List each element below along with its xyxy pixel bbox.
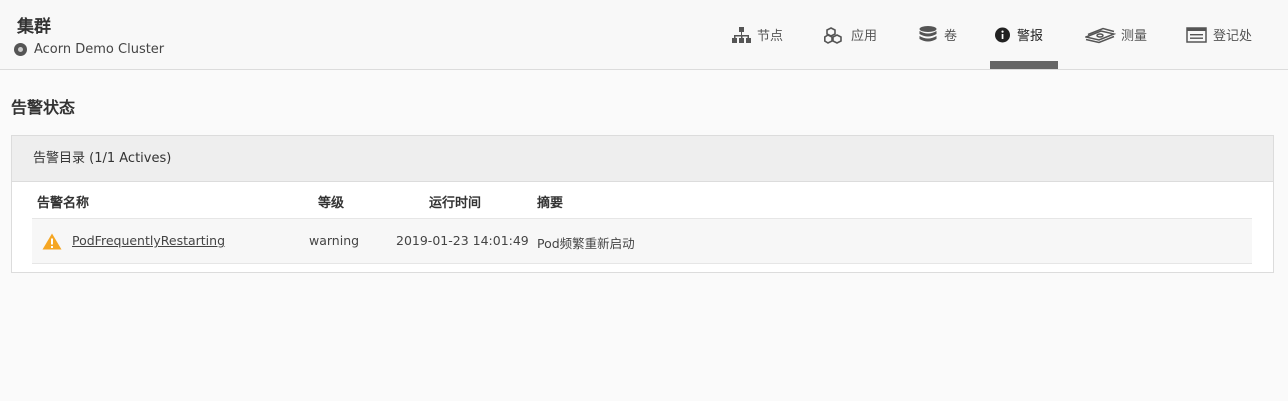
tab-alerts-label: 警报 [1017, 29, 1044, 44]
alert-summary: Pod频繁重新启动 [537, 236, 635, 251]
cubes-icon [824, 26, 842, 44]
tab-alerts[interactable]: 警报 [994, 0, 1043, 69]
sitemap-icon [732, 26, 751, 43]
top-header: 集群 Acorn Demo Cluster 节点 应用 卷 警报 测量 登记处 [0, 0, 1288, 70]
tab-volumes[interactable]: 卷 [918, 0, 957, 69]
tab-apps[interactable]: 应用 [824, 0, 877, 69]
tab-registry-label: 登记处 [1213, 29, 1253, 44]
alert-time: 2019-01-23 14:01:49 [396, 233, 529, 248]
money-stack-icon [1085, 27, 1116, 43]
tab-metrics-label: 测量 [1121, 29, 1148, 44]
column-header-summary: 摘要 [537, 196, 564, 211]
alert-level: warning [309, 233, 360, 248]
cluster-name: Acorn Demo Cluster [34, 42, 165, 57]
info-circle-icon [995, 27, 1010, 42]
tab-volumes-label: 卷 [944, 29, 958, 44]
tab-metrics[interactable]: 测量 [1085, 0, 1147, 69]
section-title: 告警状态 [11, 98, 76, 117]
panel-header: 告警目录 (1/1 Actives) [12, 136, 1273, 182]
column-header-time: 运行时间 [429, 196, 482, 211]
warning-icon [42, 233, 62, 250]
alert-panel: 告警目录 (1/1 Actives) 告警名称 等级 运行时间 摘要 PodFr… [11, 135, 1274, 273]
active-tab-indicator [990, 61, 1058, 69]
tab-registry[interactable]: 登记处 [1186, 0, 1252, 69]
table-row: PodFrequentlyRestarting warning 2019-01-… [32, 218, 1252, 264]
alert-name-link[interactable]: PodFrequentlyRestarting [72, 233, 225, 248]
column-header-level: 等级 [318, 196, 345, 211]
registry-icon [1186, 26, 1207, 43]
tab-apps-label: 应用 [851, 29, 878, 44]
tab-nodes-label: 节点 [757, 29, 784, 44]
tab-nodes[interactable]: 节点 [731, 0, 783, 69]
database-icon [919, 25, 937, 41]
cluster-icon [14, 43, 27, 56]
column-header-name: 告警名称 [37, 196, 90, 211]
page-title: 集群 [17, 17, 51, 37]
cluster-selector[interactable]: Acorn Demo Cluster [14, 42, 164, 57]
